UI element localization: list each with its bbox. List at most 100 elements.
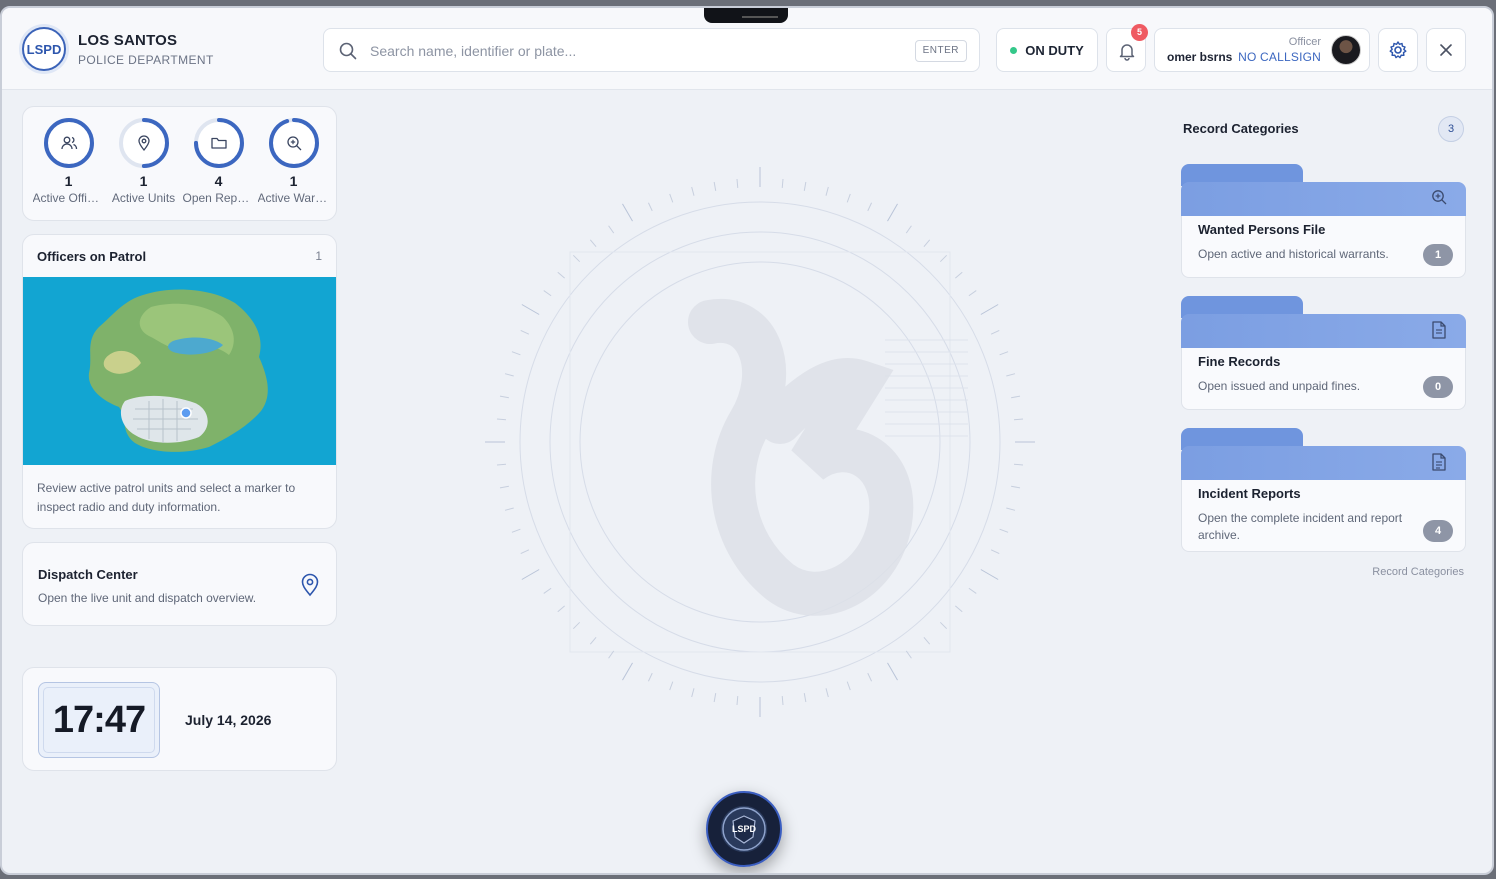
category-count-badge: 4 [1423, 520, 1453, 542]
emblem-tick [803, 693, 807, 703]
category-description: Open active and historical warrants. [1198, 247, 1389, 261]
emblem-tick [990, 549, 1000, 555]
emblem-tick [496, 463, 507, 466]
patrol-unit-marker[interactable] [180, 407, 192, 419]
emblem-tick [520, 329, 530, 335]
emblem-tick [511, 351, 521, 356]
close-icon [1440, 44, 1452, 56]
emblem-tick [867, 202, 873, 212]
category-wanted-persons[interactable]: Wanted Persons File Open active and hist… [1181, 164, 1466, 278]
folder-band [1181, 446, 1466, 480]
emblem-tick [589, 239, 597, 247]
time-value: 17:47 [52, 698, 146, 741]
patrol-title: Officers on Patrol [37, 249, 147, 264]
dispatch-description: Open the live unit and dispatch overview… [38, 591, 257, 605]
stat-active-warrants[interactable]: 1 Active Warrants [256, 117, 331, 205]
emblem-tick [1013, 418, 1024, 421]
map-pin-icon [137, 135, 150, 152]
mdt-window: LSPD LOS SANTOS POLICE DEPARTMENT ENTER … [0, 6, 1494, 875]
emblem-tick [1006, 373, 1016, 377]
emblem-tick [923, 637, 931, 645]
emblem-tick [887, 203, 898, 222]
report-icon [1432, 453, 1446, 471]
user-profile[interactable]: Officer omer bsrns NO CALLSIGN [1154, 28, 1370, 72]
user-role: Officer [1288, 36, 1321, 48]
stats-card: 1 Active Officers 1 Active Units 4 Open … [22, 106, 337, 221]
lspd-badge-text: LSPD [732, 824, 757, 834]
search-input[interactable] [370, 39, 910, 63]
category-incident-reports[interactable]: Incident Reports Open the complete incid… [1181, 428, 1466, 552]
category-name: Fine Records [1198, 354, 1281, 369]
patrol-count: 1 [315, 249, 322, 263]
emblem-tick [846, 193, 851, 203]
stat-label: Active Warrants [257, 191, 330, 205]
close-button[interactable] [1426, 28, 1466, 72]
stat-open-reports[interactable]: 4 Open Reports [181, 117, 256, 205]
emblem-tick [955, 271, 963, 279]
emblem-tick [803, 181, 807, 191]
emblem-tick [520, 549, 530, 555]
lspd-badge-icon: LSPD [722, 807, 766, 851]
document-icon [1432, 321, 1446, 339]
patrol-map[interactable] [23, 277, 336, 465]
emblem-tick [968, 587, 977, 594]
patrol-description: Review active patrol units and select a … [37, 481, 296, 514]
emblem-tick [980, 304, 999, 315]
emblem-tick [557, 271, 565, 279]
emblem-tick [543, 290, 552, 297]
category-description: Open issued and unpaid fines. [1198, 379, 1361, 393]
settings-button[interactable] [1378, 28, 1418, 72]
department-subtitle: POLICE DEPARTMENT [78, 53, 214, 67]
emblem-tick [939, 254, 948, 263]
emblem-tick [781, 695, 784, 706]
department-title: LOS SANTOS [78, 32, 178, 49]
lspd-home-button[interactable]: LSPD [706, 791, 782, 867]
stat-value: 1 [64, 173, 73, 189]
emblem-tick [999, 351, 1009, 356]
background-emblem [485, 167, 1035, 717]
emblem-tick [511, 528, 521, 533]
zoom-icon [1432, 190, 1447, 205]
zoom-icon [286, 136, 301, 151]
emblem-tick [669, 193, 674, 203]
emblem-tick [955, 605, 963, 613]
emblem-tick [521, 569, 540, 580]
category-count-badge: 0 [1423, 376, 1453, 398]
emblem-tick [572, 621, 581, 630]
stat-value: 1 [289, 173, 298, 189]
category-description: Open the complete incident and report ar… [1198, 511, 1403, 542]
duty-status-button[interactable]: ON DUTY [996, 28, 1098, 72]
emblem-tick [846, 681, 851, 691]
emblem-tick [736, 178, 739, 189]
gear-icon [1389, 41, 1407, 59]
emblem-tick [825, 186, 829, 196]
emblem-tick [691, 186, 695, 196]
stat-value: 4 [214, 173, 223, 189]
emblem-tick [622, 662, 633, 681]
stat-label: Active Units [111, 191, 176, 205]
lspd-logo: LSPD [22, 27, 66, 71]
search-bar[interactable]: ENTER [323, 28, 980, 72]
emblem-tick [939, 621, 948, 630]
emblem-tick [887, 662, 898, 681]
emblem-tick [1013, 463, 1024, 466]
notifications-button[interactable]: 5 [1106, 24, 1148, 72]
duty-status-label: ON DUTY [1025, 42, 1084, 58]
stat-active-officers[interactable]: 1 Active Officers [31, 117, 106, 205]
record-categories-footer: Record Categories [1372, 566, 1464, 578]
duty-dot-icon [1010, 46, 1018, 54]
dispatch-center-card[interactable]: Dispatch Center Open the live unit and d… [22, 542, 337, 626]
emblem-tick [905, 225, 912, 234]
officers-on-patrol-card: Officers on Patrol 1 Review active patro… [22, 234, 337, 529]
emblem-tick [691, 688, 695, 698]
category-name: Wanted Persons File [1198, 222, 1326, 237]
emblem-tick [504, 507, 514, 511]
record-categories-title: Record Categories [1183, 121, 1299, 136]
emblem-tick [496, 418, 507, 421]
emblem-tick [499, 395, 509, 399]
emblem-tick [557, 605, 565, 613]
stat-active-units[interactable]: 1 Active Units [106, 117, 181, 205]
bell-icon [1119, 44, 1135, 61]
emblem-tick [990, 329, 1000, 335]
category-fine-records[interactable]: Fine Records Open issued and unpaid fine… [1181, 296, 1466, 410]
